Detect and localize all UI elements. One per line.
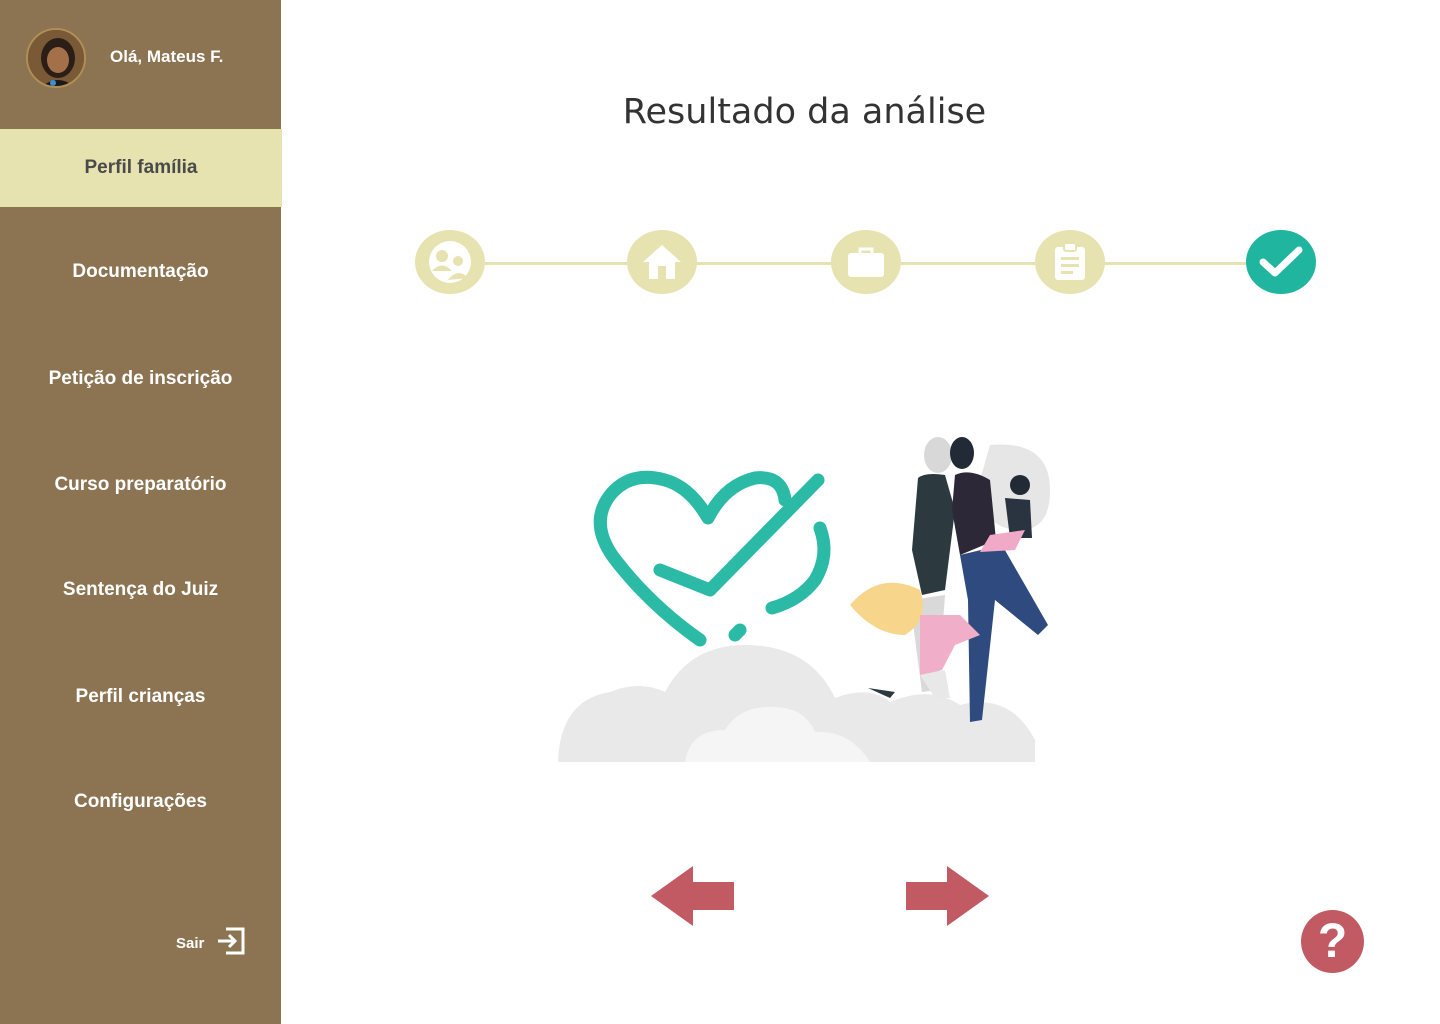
logout-icon xyxy=(216,926,246,960)
home-icon xyxy=(643,245,681,279)
progress-stepper xyxy=(410,228,1320,300)
help-button[interactable]: ? xyxy=(1301,910,1364,973)
sidebar-item-perfil-familia[interactable]: Perfil família xyxy=(0,129,282,207)
sidebar-item-documentacao[interactable]: Documentação xyxy=(0,233,281,311)
step-clipboard[interactable] xyxy=(1035,230,1105,294)
avatar[interactable] xyxy=(26,28,86,88)
previous-arrow-button[interactable] xyxy=(651,862,735,935)
page-title: Resultado da análise xyxy=(622,92,987,132)
logout-label: Sair xyxy=(176,934,205,952)
user-header: Olá, Mateus F. xyxy=(0,0,281,120)
sidebar-item-perfil-criancas[interactable]: Perfil crianças xyxy=(0,658,281,736)
arrow-right-icon xyxy=(906,866,989,926)
next-arrow-button[interactable] xyxy=(906,862,990,935)
family-figure xyxy=(850,437,1050,722)
user-greeting: Olá, Mateus F. xyxy=(110,47,224,66)
sidebar-item-configuracoes[interactable]: Configurações xyxy=(0,763,281,841)
sidebar-item-curso[interactable]: Curso preparatório xyxy=(0,446,281,524)
step-home[interactable] xyxy=(627,230,697,294)
sidebar: Olá, Mateus F. Perfil família Documentaç… xyxy=(0,0,282,1024)
help-icon: ? xyxy=(1317,915,1348,968)
heart-check-icon xyxy=(593,470,831,647)
logout-button[interactable]: Sair xyxy=(176,926,246,960)
family-icon xyxy=(429,241,471,283)
sidebar-item-sentenca[interactable]: Sentença do Juiz xyxy=(0,551,281,629)
arrow-left-icon xyxy=(651,866,734,926)
step-family[interactable] xyxy=(415,230,485,294)
check-icon xyxy=(1259,246,1303,277)
step-briefcase[interactable] xyxy=(831,230,901,294)
clipboard-icon xyxy=(1055,242,1085,280)
sidebar-item-peticao[interactable]: Petição de inscrição xyxy=(0,340,281,418)
briefcase-icon xyxy=(848,247,884,277)
success-illustration xyxy=(550,430,1060,770)
step-result[interactable] xyxy=(1246,230,1316,294)
